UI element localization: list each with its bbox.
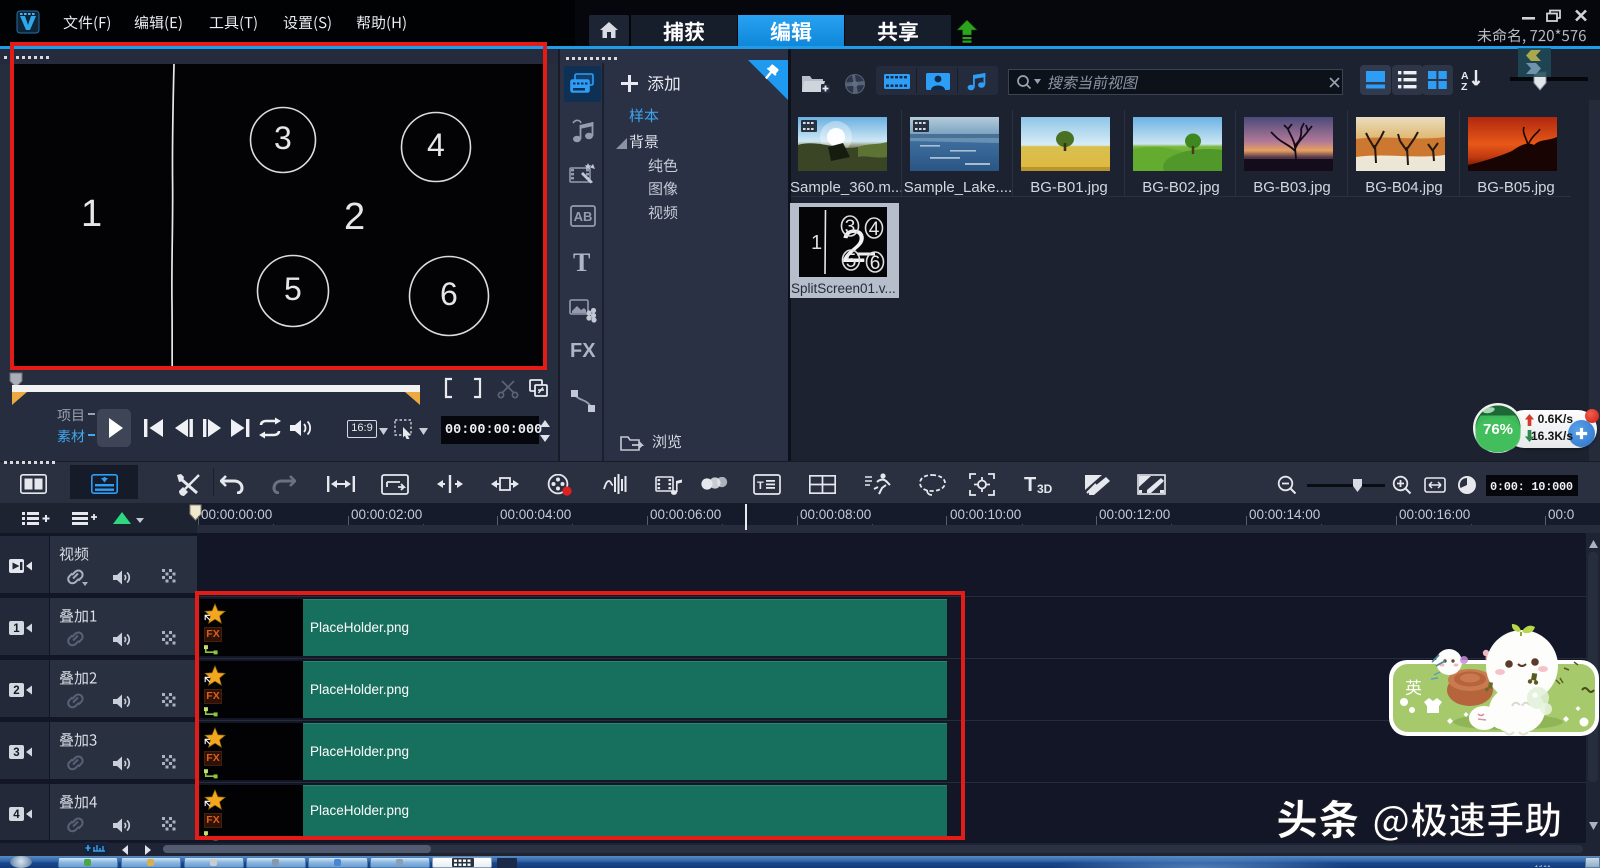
svg-text:AB: AB xyxy=(574,209,593,224)
svg-text:T: T xyxy=(757,480,764,492)
svg-text:3: 3 xyxy=(13,747,19,759)
svg-text:5: 5 xyxy=(846,251,857,272)
svg-text:4: 4 xyxy=(13,809,20,821)
svg-text:3D: 3D xyxy=(1037,482,1053,495)
svg-text:2: 2 xyxy=(13,685,19,697)
svg-text:6: 6 xyxy=(870,253,881,274)
svg-text:3: 3 xyxy=(845,217,856,238)
svg-text:1: 1 xyxy=(811,232,822,254)
svg-text:1: 1 xyxy=(13,623,20,635)
svg-text:Z: Z xyxy=(1461,81,1468,92)
svg-text:T: T xyxy=(1024,474,1036,495)
svg-text:4: 4 xyxy=(869,219,880,240)
svg-text:76%: 76% xyxy=(1483,421,1513,438)
